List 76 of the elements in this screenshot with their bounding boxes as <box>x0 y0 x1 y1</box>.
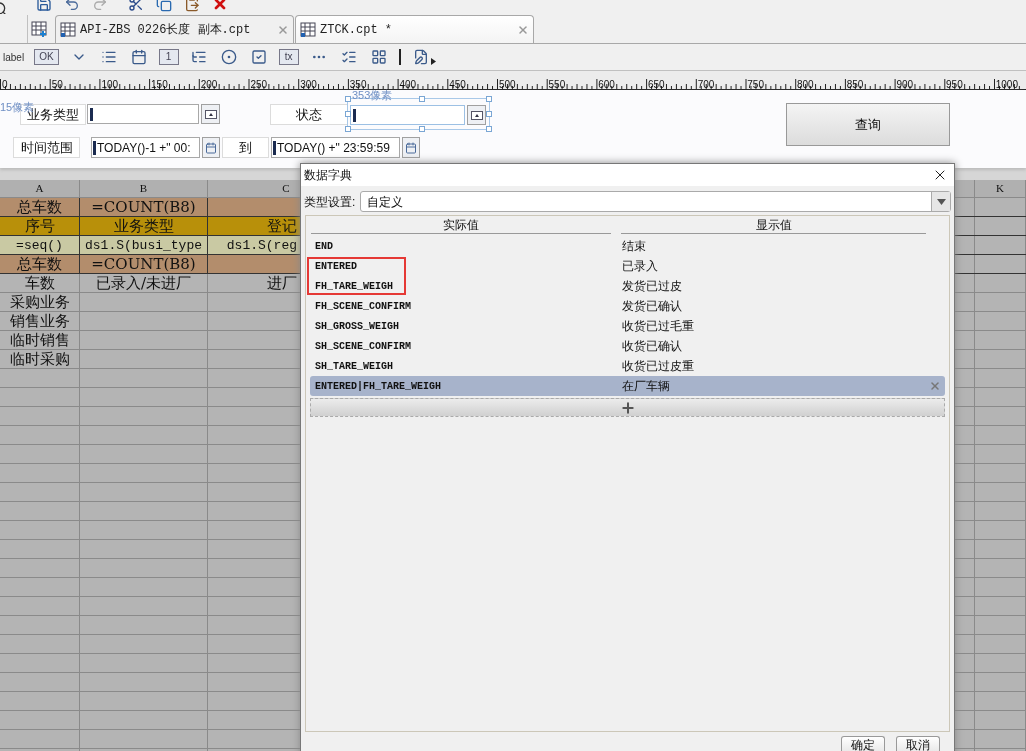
date-field[interactable]: TODAY() +" 23:59:59 <box>271 137 400 158</box>
ruler-label: 750 <box>747 79 764 90</box>
spacing-hint: 353像素 <box>352 90 393 101</box>
dialog-button[interactable]: 取消 <box>896 736 940 751</box>
ruler-label: 600 <box>598 79 615 90</box>
dictionary-row[interactable]: SH_SCENE_CONFIRM 收货已确认 <box>310 336 945 356</box>
ruler-label: 350 <box>349 79 367 90</box>
column-header: 显示值 <box>755 217 792 233</box>
save-icon[interactable] <box>36 0 52 12</box>
sheet-cell: =COUNT(B8) <box>80 255 208 273</box>
sheet-cell: ds1.S(busi_type <box>80 236 208 254</box>
sheet-cell: 总车数 <box>0 255 80 273</box>
combo-field[interactable] <box>87 104 199 124</box>
file-tab[interactable]: API-ZBS 0226长度 副本.cpt <box>55 15 294 43</box>
sheet-cell: 序号 <box>0 217 80 235</box>
ruler-label: 400 <box>399 79 417 90</box>
ruler-label: 150 <box>151 79 168 90</box>
ruler-label: 850 <box>846 79 864 90</box>
combo-field[interactable] <box>350 105 465 125</box>
new-sheet-icon[interactable] <box>31 21 47 37</box>
delete-icon[interactable] <box>212 0 228 12</box>
parameter-label: 到 <box>222 137 269 158</box>
parameter-label: 状态 <box>270 104 348 125</box>
plus-icon <box>619 399 636 416</box>
column-header[interactable]: A <box>0 180 80 197</box>
sheet-cell: 总车数 <box>0 198 80 216</box>
ruler-label: 650 <box>647 79 665 90</box>
widget-tool-button[interactable]: OK <box>34 49 59 65</box>
label-tool-button[interactable]: label <box>3 49 25 65</box>
ruler-label: 550 <box>548 79 566 90</box>
undo-icon[interactable] <box>64 0 80 12</box>
date-field[interactable]: TODAY()-1 +" 00: <box>91 137 200 158</box>
dictionary-row[interactable]: SH_TARE_WEIGH 收货已过皮重 <box>310 356 945 376</box>
report-file-icon <box>300 21 316 38</box>
dropdown-button[interactable] <box>201 104 220 124</box>
query-button[interactable]: 查询 <box>786 103 950 146</box>
dictionary-row[interactable]: FH_SCENE_CONFIRM 发货已确认 <box>310 296 945 316</box>
dialog-button[interactable]: 确定 <box>841 736 885 751</box>
parameter-label: 时间范围 <box>13 137 80 158</box>
ruler-label: 200 <box>200 79 218 90</box>
sheet-cell: =seq() <box>0 236 80 254</box>
more-caret-icon[interactable] <box>430 57 436 65</box>
copy-icon[interactable] <box>156 0 172 12</box>
ruler-label: 450 <box>449 79 466 90</box>
type-select[interactable]: 自定义 <box>360 191 951 212</box>
paste-icon[interactable] <box>184 0 200 12</box>
widget-tool-button[interactable]: 1 <box>158 49 179 65</box>
ruler-label: 300 <box>300 79 317 90</box>
ruler-label: 950 <box>946 79 963 90</box>
cut-icon[interactable] <box>128 0 144 12</box>
dropdown-button[interactable] <box>467 105 486 125</box>
ruler-label: 0 <box>2 79 8 90</box>
report-file-icon <box>60 21 76 38</box>
dictionary-row[interactable]: SH_GROSS_WEIGH 收货已过毛重 <box>310 316 945 336</box>
ruler-label: 50 <box>51 79 63 90</box>
column-header: 实际值 <box>443 217 479 233</box>
widget-tool-button[interactable]: tx <box>278 49 299 65</box>
ruler-label: 900 <box>896 79 914 90</box>
calendar-button[interactable] <box>402 137 420 158</box>
calendar-icon <box>405 141 417 154</box>
file-tab[interactable]: ZTCK.cpt * <box>295 15 534 43</box>
ruler-label: 250 <box>250 79 268 90</box>
column-header[interactable]: B <box>80 180 208 197</box>
column-header[interactable]: K <box>975 180 1026 197</box>
calendar-icon <box>205 141 217 154</box>
dropdown-arrow-icon <box>936 198 946 205</box>
ruler-label: 700 <box>697 79 715 90</box>
ruler-label: 100 <box>101 79 119 90</box>
ruler-label: 500 <box>498 79 516 90</box>
dictionary-row[interactable]: ENTERED|FH_TARE_WEIGH 在厂车辆 <box>310 376 945 396</box>
calendar-button[interactable] <box>202 137 220 158</box>
sheet-cell: 业务类型 <box>80 217 208 235</box>
dictionary-row[interactable]: ENTERED 已录入 <box>310 256 945 276</box>
ruler-label: 1000 <box>995 79 1018 90</box>
sheet-cell: =COUNT(B8) <box>80 198 208 216</box>
ruler-label: 800 <box>797 79 814 90</box>
